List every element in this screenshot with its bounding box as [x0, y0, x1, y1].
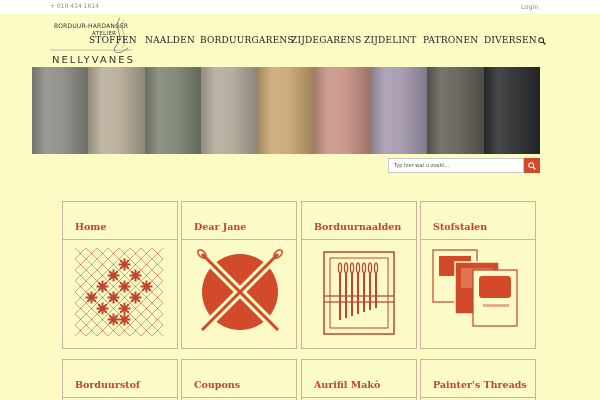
category-card-aurifil-mako[interactable]: Aurifil Makò	[301, 359, 417, 400]
category-card-borduurnaalden[interactable]: Borduurnaalden	[301, 201, 417, 349]
main-nav: STOFFEN NAALDEN BORDUURGARENS ZIJDEGAREN…	[0, 36, 600, 50]
login-link[interactable]: Login	[521, 3, 539, 11]
card-title: Coupons	[194, 380, 241, 391]
category-card-dear-jane[interactable]: Dear Jane	[181, 201, 297, 349]
fabric-swatches-icon	[432, 249, 518, 327]
nav-item-borduurgarens[interactable]: BORDUURGARENS	[200, 36, 294, 46]
nav-item-stoffen[interactable]: STOFFEN	[89, 36, 137, 46]
fabric-roll	[144, 67, 202, 154]
fabric-roll	[427, 67, 484, 154]
search-input[interactable]	[388, 158, 524, 173]
card-title: Dear Jane	[194, 222, 247, 233]
fabric-roll	[88, 67, 146, 154]
category-card-home[interactable]: Home	[62, 201, 178, 349]
cross-stitch-icon	[74, 247, 164, 337]
fabric-roll	[257, 67, 315, 154]
card-title: Stofstalen	[433, 222, 488, 233]
nav-item-zijdelint[interactable]: ZIJDELINT	[364, 36, 416, 46]
card-title: Aurifil Makò	[314, 380, 381, 391]
top-bar: + 010 414 1614 Login	[0, 0, 600, 14]
logo-line1: BORDUUR-HARDANGER	[54, 23, 129, 30]
category-card-borduurstof[interactable]: Borduurstof	[62, 359, 178, 400]
nav-item-zijdegarens[interactable]: ZIJDEGARENS	[291, 36, 361, 46]
search-icon[interactable]	[538, 37, 546, 45]
search-form	[388, 158, 540, 173]
fabric-roll	[370, 67, 428, 154]
fabric-banner	[32, 67, 540, 154]
search-button[interactable]	[524, 158, 540, 173]
nav-item-patronen[interactable]: PATRONEN	[423, 36, 478, 46]
category-card-stofstalen[interactable]: Stofstalen	[420, 201, 536, 349]
crossed-needles-icon	[196, 248, 284, 336]
nav-item-diversen[interactable]: DIVERSEN	[484, 36, 537, 46]
fabric-roll	[314, 67, 372, 154]
search-icon	[528, 161, 536, 170]
fabric-roll	[201, 67, 259, 154]
category-card-painters-threads[interactable]: Painter's Threads	[420, 359, 536, 400]
card-title: Borduurnaalden	[314, 222, 402, 233]
fabric-roll	[483, 67, 540, 154]
card-title: Borduurstof	[75, 380, 140, 391]
needles-icon	[323, 251, 395, 335]
logo-name: NELLYVANES	[52, 55, 135, 66]
category-card-coupons[interactable]: Coupons	[181, 359, 297, 400]
phone-number: + 010 414 1614	[50, 3, 99, 10]
card-title: Home	[75, 222, 107, 233]
card-title: Painter's Threads	[433, 380, 527, 391]
fabric-roll	[32, 67, 89, 154]
nav-item-naalden[interactable]: NAALDEN	[145, 36, 195, 46]
